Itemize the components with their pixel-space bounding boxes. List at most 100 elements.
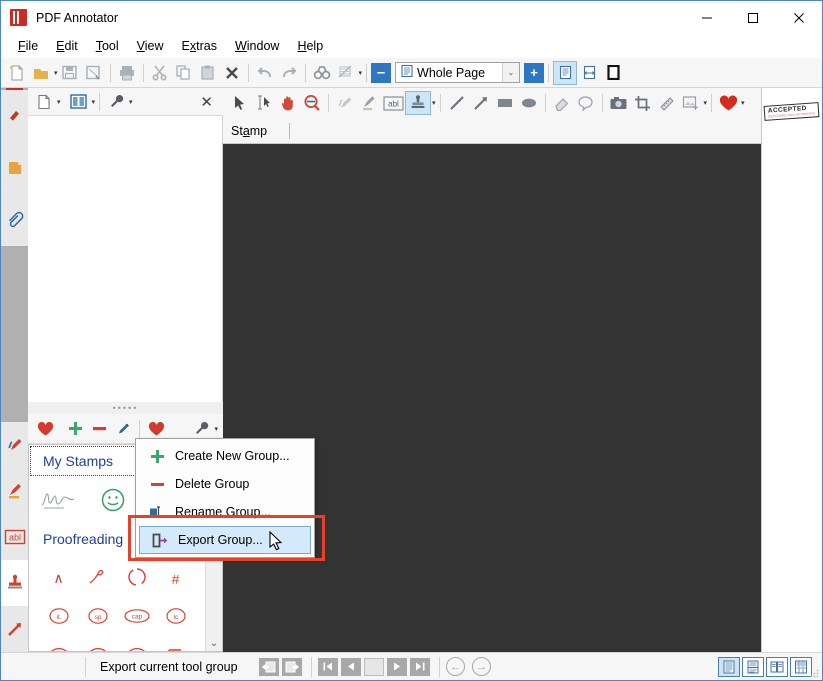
stamp-tool-dropdown-icon[interactable]: ▾ <box>432 99 436 107</box>
line-tool-button[interactable] <box>445 91 469 115</box>
panel-book-dropdown-icon[interactable]: ▾ <box>92 98 96 106</box>
save-as-button[interactable] <box>82 61 106 85</box>
next-page-button[interactable] <box>387 657 407 676</box>
menu-extras[interactable]: Extras <box>173 36 226 56</box>
bookmarks-tab[interactable] <box>1 90 28 142</box>
fit-width-view-button[interactable] <box>577 61 601 85</box>
previous-view-button[interactable] <box>259 657 279 676</box>
undo-button[interactable] <box>253 61 277 85</box>
panel-settings-dropdown-icon[interactable]: ▾ <box>129 98 133 106</box>
close-button[interactable] <box>776 1 822 34</box>
menu-view[interactable]: View <box>128 36 173 56</box>
delete-button[interactable] <box>220 61 244 85</box>
boldface-mark[interactable] <box>125 647 149 651</box>
first-page-button[interactable] <box>318 657 338 676</box>
minimize-button[interactable] <box>684 1 730 34</box>
panel-page-dropdown-icon[interactable]: ▾ <box>57 98 61 106</box>
add-stamp-button[interactable] <box>63 417 87 441</box>
save-document-button[interactable] <box>58 61 82 85</box>
layout-continuous-button[interactable] <box>742 656 764 677</box>
edit-stamp-button[interactable] <box>111 417 135 441</box>
arrow-tool-tab[interactable] <box>1 606 28 652</box>
insert-image-tool-button[interactable] <box>679 91 703 115</box>
favorite-tool-dropdown-icon[interactable]: ▾ <box>741 99 745 107</box>
layout-facing-button[interactable] <box>766 656 788 677</box>
hand-tool-button[interactable] <box>276 91 300 115</box>
pen-tool-tab[interactable] <box>1 422 28 468</box>
attachments-tab[interactable] <box>1 194 28 246</box>
zoom-level-combo[interactable]: Whole Page ⌄ <box>395 62 521 83</box>
zoom-dropdown-arrow-icon[interactable]: ⌄ <box>502 63 520 82</box>
stamp-settings-button[interactable] <box>189 417 213 441</box>
zoom-out-button[interactable]: – <box>371 62 392 83</box>
clear-annotations-dropdown-icon[interactable]: ▾ <box>359 69 363 77</box>
lasso-tool-button[interactable] <box>574 91 598 115</box>
page-number-field[interactable] <box>364 657 384 676</box>
menu-tool[interactable]: Tool <box>87 36 128 56</box>
caret-mark[interactable]: ∧ <box>53 570 63 587</box>
cut-button[interactable] <box>148 61 172 85</box>
menu-edit[interactable]: Edit <box>47 36 87 56</box>
menu-window[interactable]: Window <box>226 36 288 56</box>
layout-single-button[interactable] <box>718 656 740 677</box>
ruler-tool-button[interactable] <box>655 91 679 115</box>
context-menu-item-delete-group[interactable]: Delete Group <box>136 470 314 498</box>
context-menu-item-export-group[interactable]: Export Group... <box>139 526 311 554</box>
panel-book-button[interactable] <box>67 90 91 114</box>
close-up-mark[interactable] <box>127 567 147 590</box>
panel-page-button[interactable] <box>32 90 56 114</box>
stamp-tool-tab[interactable] <box>1 560 28 606</box>
maximize-button[interactable] <box>730 1 776 34</box>
pages-tab[interactable] <box>1 142 28 194</box>
highlighter-tool-tab[interactable] <box>1 468 28 514</box>
stamp-preview[interactable]: ACCEPTED REVIEWED AND APPROVED <box>763 102 820 121</box>
full-screen-view-button[interactable] <box>601 61 625 85</box>
find-button[interactable] <box>310 61 334 85</box>
print-button[interactable] <box>115 61 139 85</box>
stamp-tool-button[interactable] <box>405 91 431 115</box>
crop-tool-button[interactable] <box>631 91 655 115</box>
pen-tool-button[interactable] <box>333 91 357 115</box>
stamp-settings-dropdown-icon[interactable]: ▾ <box>214 425 218 433</box>
panel-settings-button[interactable] <box>104 90 128 114</box>
eraser-tool-button[interactable] <box>550 91 574 115</box>
delete-mark[interactable] <box>88 568 108 589</box>
capitalize-mark[interactable]: cap <box>123 607 151 628</box>
spell-out-mark[interactable]: sp <box>86 607 110 628</box>
select-tool-button[interactable] <box>228 91 252 115</box>
paste-button[interactable] <box>196 61 220 85</box>
zoom-in-button[interactable]: + <box>524 62 545 83</box>
remove-stamp-button[interactable] <box>87 417 111 441</box>
highlighter-tool-button[interactable] <box>357 91 381 115</box>
mark-favorite-button[interactable] <box>144 417 168 441</box>
previous-page-button[interactable] <box>341 657 361 676</box>
new-document-button[interactable] <box>5 61 29 85</box>
lowercase-mark[interactable]: lc <box>164 607 188 628</box>
scroll-down-arrow-icon[interactable]: ⌄ <box>210 638 218 649</box>
clear-annotations-button[interactable] <box>334 61 358 85</box>
menu-file[interactable]: File <box>9 36 47 56</box>
insert-image-dropdown-icon[interactable]: ▾ <box>704 99 708 107</box>
redo-button[interactable] <box>277 61 301 85</box>
new-paragraph-mark[interactable] <box>166 647 186 651</box>
textbox-tool-button[interactable]: abl <box>381 91 405 115</box>
favorites-button[interactable] <box>33 417 57 441</box>
rectangle-tool-button[interactable] <box>493 91 517 115</box>
context-menu-item-create-new-group[interactable]: Create New Group... <box>136 442 314 470</box>
document-canvas[interactable] <box>223 144 761 652</box>
ellipse-tool-button[interactable] <box>517 91 541 115</box>
next-view-button[interactable] <box>282 657 302 676</box>
text-select-tool-button[interactable] <box>252 91 276 115</box>
italic-mark[interactable]: it. <box>47 607 71 628</box>
roman-mark[interactable] <box>86 647 110 651</box>
resize-grip[interactable] <box>809 667 819 678</box>
last-page-button[interactable] <box>410 657 430 676</box>
history-forward-button[interactable]: → <box>472 657 491 676</box>
favorite-tool-button[interactable] <box>716 91 740 115</box>
copy-button[interactable] <box>172 61 196 85</box>
single-page-view-button[interactable] <box>553 60 578 85</box>
signature-stamp[interactable] <box>37 483 81 517</box>
menu-help[interactable]: Help <box>288 36 332 56</box>
transpose-mark[interactable] <box>47 647 71 651</box>
left-panel-close-button[interactable]: ✕ <box>200 93 213 111</box>
